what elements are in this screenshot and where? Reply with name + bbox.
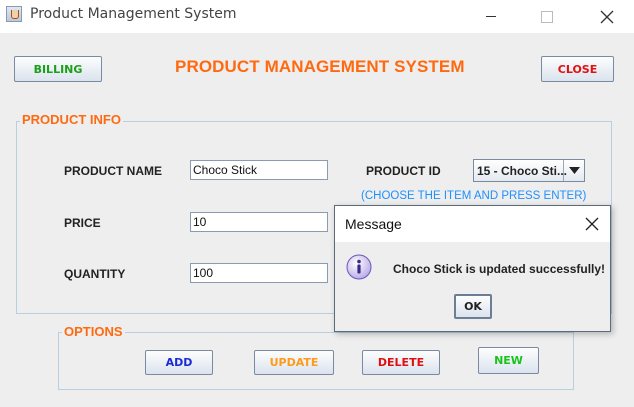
- dialog-message: Choco Stick is updated successfully!: [393, 262, 606, 276]
- message-dialog: Message Choco Stick is updated successfu…: [334, 205, 611, 332]
- product-name-field[interactable]: Choco Stick: [190, 160, 328, 180]
- dialog-title-bar[interactable]: Message: [335, 206, 610, 242]
- quantity-label: QUANTITY: [64, 267, 126, 281]
- ok-button[interactable]: OK: [454, 294, 492, 319]
- info-icon: [346, 254, 372, 280]
- window-close-button[interactable]: [584, 0, 630, 33]
- product-id-hint: (CHOOSE THE ITEM AND PRESS ENTER): [361, 190, 587, 202]
- product-name-label: PRODUCT NAME: [64, 164, 162, 178]
- page-title: PRODUCT MANAGEMENT SYSTEM: [175, 57, 465, 76]
- dialog-body: Choco Stick is updated successfully! OK: [335, 242, 610, 331]
- close-icon: [600, 10, 614, 23]
- title-bar[interactable]: Product Management System: [0, 0, 634, 33]
- add-button[interactable]: ADD: [145, 350, 213, 375]
- billing-button[interactable]: BILLING: [14, 56, 102, 82]
- price-field[interactable]: 10: [190, 212, 328, 232]
- delete-button[interactable]: DELETE: [362, 350, 440, 375]
- maximize-button[interactable]: [524, 0, 570, 33]
- price-label: PRICE: [64, 216, 101, 230]
- close-button[interactable]: CLOSE: [541, 56, 614, 82]
- minimize-icon: [486, 16, 496, 17]
- close-icon: [585, 217, 599, 231]
- product-id-selected: 15 - Choco Sti...: [477, 164, 568, 178]
- dialog-title: Message: [345, 216, 402, 232]
- product-id-select[interactable]: 15 - Choco Sti...: [473, 159, 585, 182]
- minimize-button[interactable]: [468, 0, 514, 33]
- app-window: Product Management System BILLING PRODUC…: [0, 0, 634, 407]
- product-info-legend: PRODUCT INFO: [20, 112, 123, 127]
- product-id-label: PRODUCT ID: [366, 164, 441, 178]
- java-cup-icon: [6, 6, 22, 22]
- chevron-down-icon[interactable]: [563, 160, 584, 181]
- window-title: Product Management System: [30, 6, 237, 22]
- update-button[interactable]: UPDATE: [254, 350, 334, 375]
- maximize-icon: [541, 10, 553, 23]
- options-legend: OPTIONS: [62, 324, 125, 339]
- new-button[interactable]: NEW: [478, 347, 539, 374]
- dialog-close-button[interactable]: [582, 214, 602, 234]
- quantity-field[interactable]: 100: [190, 263, 328, 283]
